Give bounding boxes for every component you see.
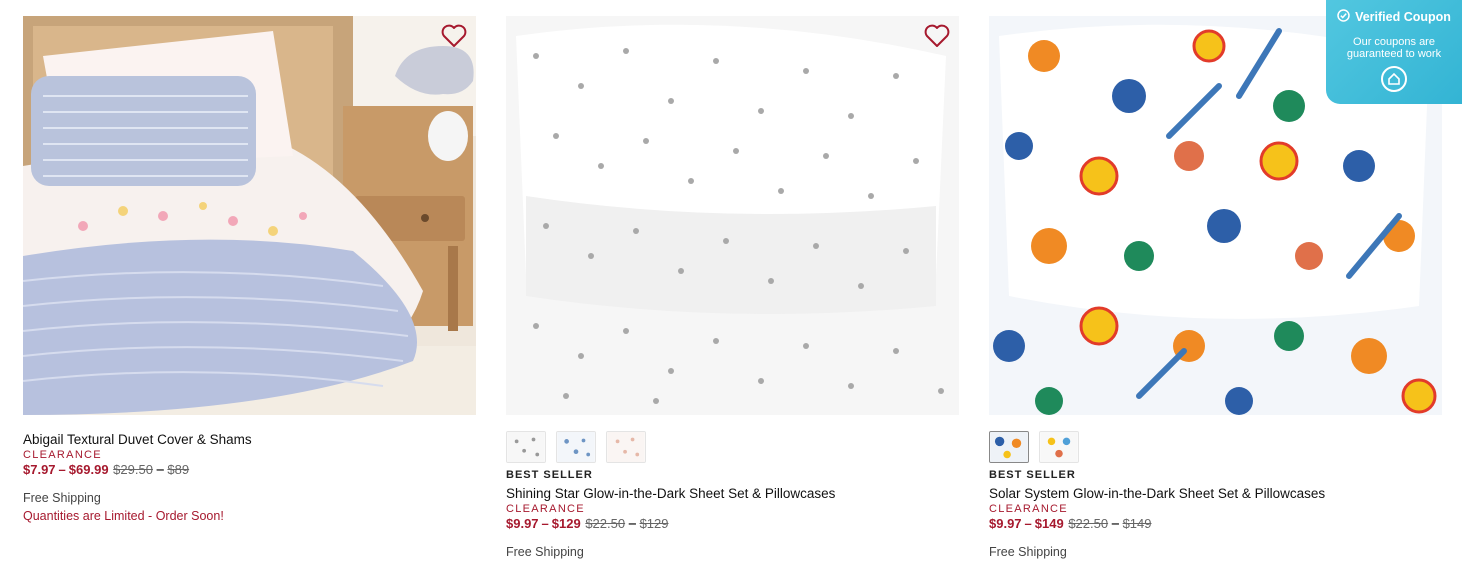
original-price-sep: –	[156, 462, 164, 477]
sale-price-low: $7.97	[23, 462, 56, 477]
clearance-label: CLEARANCE	[506, 503, 585, 515]
swatch-grey-stars[interactable]	[506, 431, 546, 463]
limited-quantity-notice: Quantities are Limited - Order Soon!	[23, 509, 224, 523]
coupon-logo-icon[interactable]	[1381, 66, 1407, 92]
price-dash: –	[1024, 516, 1032, 531]
coupon-title: Verified Coupon	[1355, 10, 1451, 24]
clearance-label: CLEARANCE	[23, 449, 102, 461]
color-swatches	[989, 431, 1442, 467]
product-card-shining-star[interactable]: BEST SELLER Shining Star Glow-in-the-Dar…	[506, 16, 959, 559]
favorite-heart-icon[interactable]	[924, 24, 950, 48]
original-price-low: $22.50	[585, 516, 626, 531]
original-price-sep: –	[1111, 516, 1119, 531]
original-price-high: $89	[167, 462, 190, 477]
favorite-heart-icon[interactable]	[441, 24, 467, 48]
product-title[interactable]: Solar System Glow-in-the-Dark Sheet Set …	[989, 485, 1442, 502]
shipping-info: Free Shipping	[23, 491, 101, 505]
price-range: $9.97– $129 $22.50 – $129	[506, 516, 959, 531]
product-title[interactable]: Abigail Textural Duvet Cover & Shams	[23, 431, 476, 448]
clearance-label: CLEARANCE	[989, 503, 1068, 515]
sale-price-high: $149	[1034, 516, 1064, 531]
swatch-blue-stars[interactable]	[556, 431, 596, 463]
sale-price-high: $69.99	[68, 462, 109, 477]
star-sheet-image	[506, 16, 959, 415]
product-image-shining-star[interactable]	[506, 16, 959, 415]
swatch-multi-planets[interactable]	[1039, 431, 1079, 463]
shipping-info: Free Shipping	[989, 545, 1067, 559]
best-seller-badge: BEST SELLER	[989, 469, 1076, 481]
original-price-sep: –	[628, 516, 636, 531]
price-dash: –	[58, 462, 66, 477]
price-range: $9.97– $149 $22.50 – $149	[989, 516, 1442, 531]
original-price-low: $22.50	[1068, 516, 1109, 531]
swatch-blue-planets[interactable]	[989, 431, 1029, 463]
product-image-abigail[interactable]	[23, 16, 476, 415]
original-price-high: $149	[1122, 516, 1152, 531]
best-seller-badge: BEST SELLER	[506, 469, 593, 481]
coupon-title-row: Verified Coupon	[1326, 9, 1462, 25]
product-title[interactable]: Shining Star Glow-in-the-Dark Sheet Set …	[506, 485, 959, 502]
coupon-subtitle: Our coupons are guaranteed to work	[1346, 36, 1442, 60]
sale-price-high: $129	[551, 516, 581, 531]
sale-price-low: $9.97	[506, 516, 539, 531]
swatch-pink-stars[interactable]	[606, 431, 646, 463]
price-range: $7.97– $69.99 $29.50 – $89	[23, 462, 476, 477]
original-price-high: $129	[639, 516, 669, 531]
product-card-abigail[interactable]: Abigail Textural Duvet Cover & Shams CLE…	[23, 16, 476, 523]
verified-coupon-widget[interactable]: Verified Coupon Our coupons are guarante…	[1326, 0, 1462, 104]
check-circle-icon	[1337, 9, 1350, 25]
duvet-bedroom-image	[23, 16, 476, 415]
sale-price-low: $9.97	[989, 516, 1022, 531]
original-price-low: $29.50	[113, 462, 153, 477]
price-dash: –	[541, 516, 549, 531]
color-swatches	[506, 431, 959, 467]
shipping-info: Free Shipping	[506, 545, 584, 559]
